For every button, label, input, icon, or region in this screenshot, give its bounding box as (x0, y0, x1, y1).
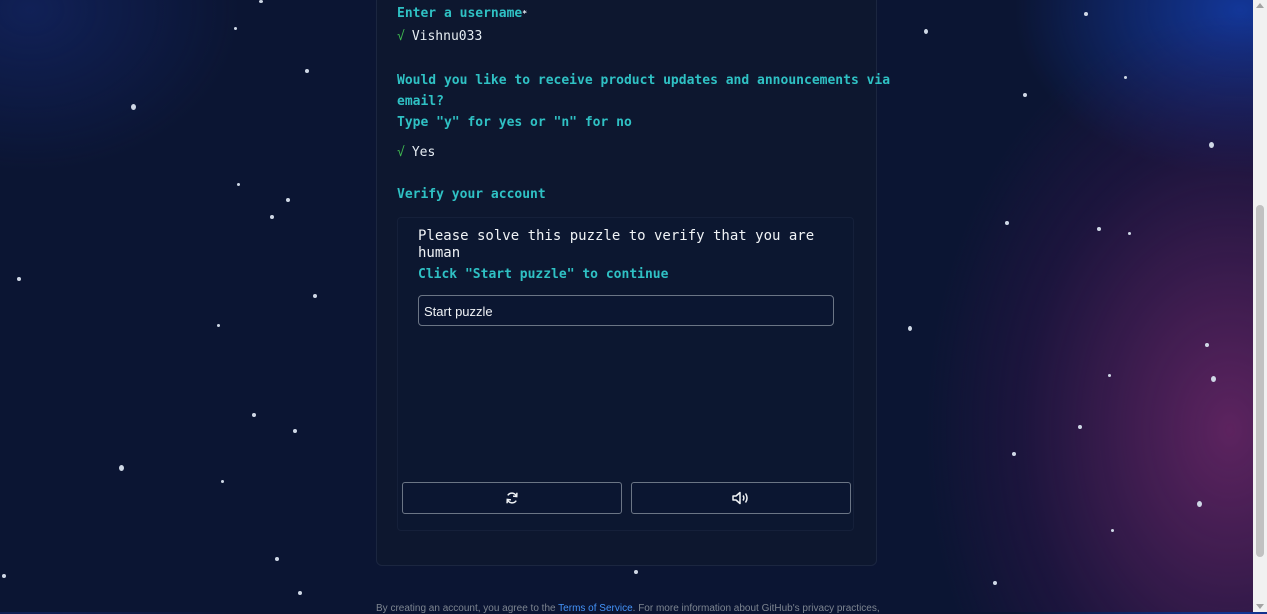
email-answer: √ Yes (397, 145, 435, 160)
email-value: Yes (411, 145, 436, 160)
terms-link[interactable]: Terms of Service (558, 603, 632, 614)
star (119, 465, 124, 471)
email-prompt-line1: Would you like to receive product update… (397, 73, 891, 88)
star (1023, 93, 1027, 97)
star (1012, 452, 1016, 456)
scroll-up-icon[interactable] (1256, 3, 1264, 8)
star (1124, 76, 1127, 79)
star (908, 326, 912, 331)
puzzle-title: Please solve this puzzle to verify that … (418, 228, 815, 261)
start-puzzle-button[interactable]: Start puzzle (418, 295, 834, 326)
scroll-down-icon[interactable] (1256, 604, 1264, 609)
star (221, 480, 224, 483)
footer-text-after: . For more information about GitHub's pr… (632, 603, 880, 614)
star (1197, 501, 1202, 507)
footer-text: By creating an account, you agree to the (376, 603, 559, 614)
audio-icon (732, 491, 748, 505)
star (1128, 232, 1131, 235)
star (1005, 221, 1009, 225)
star (2, 574, 6, 578)
star (293, 429, 297, 433)
verify-label: Verify your account (397, 187, 546, 202)
email-prompt-line2: email? (397, 94, 444, 109)
username-answer: √ Vishnu033 (397, 29, 482, 44)
star (1205, 343, 1209, 347)
star (259, 0, 263, 3)
puzzle-subtitle: Click "Start puzzle" to continue (418, 267, 669, 282)
star (1209, 142, 1214, 148)
refresh-button[interactable] (402, 482, 622, 514)
star (993, 581, 997, 585)
star (305, 69, 309, 73)
email-prompt-hint: Type "y" for yes or "n" for no (397, 115, 632, 130)
star (313, 294, 317, 298)
required-mark: * (522, 9, 528, 18)
verification-puzzle: Please solve this puzzle to verify that … (397, 217, 854, 531)
username-label: Enter a username* (397, 6, 528, 21)
star (234, 27, 237, 30)
star (298, 591, 302, 595)
terms-footer: By creating an account, you agree to the… (376, 603, 880, 614)
username-value: Vishnu033 (411, 29, 483, 44)
star (1078, 425, 1082, 429)
star (237, 183, 240, 186)
star (286, 198, 290, 202)
star (924, 29, 928, 34)
scroll-thumb[interactable] (1256, 205, 1264, 557)
audio-button[interactable] (631, 482, 851, 514)
star (1084, 12, 1088, 16)
star (1097, 227, 1101, 231)
refresh-icon (506, 492, 518, 504)
check-icon: √ (397, 29, 405, 44)
star (252, 413, 256, 417)
star (17, 277, 21, 281)
star (217, 324, 220, 327)
star (634, 570, 638, 574)
page-scrollbar[interactable] (1253, 0, 1267, 612)
star (275, 557, 279, 561)
star (1211, 376, 1216, 382)
star (1108, 374, 1111, 377)
star (1111, 529, 1114, 532)
check-icon: √ (397, 145, 405, 160)
star (270, 215, 274, 219)
star (131, 104, 136, 110)
